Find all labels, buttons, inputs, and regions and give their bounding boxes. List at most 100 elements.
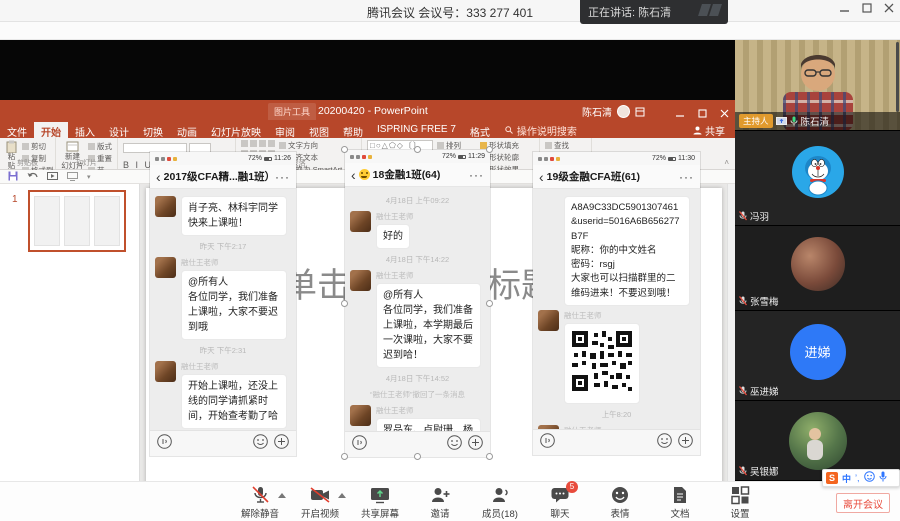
meeting-logo-icon [698, 3, 720, 21]
members-button[interactable]: 成员(18) [478, 485, 522, 520]
participant-video-4[interactable]: 进娣 巫进娣 [735, 311, 900, 401]
slide-number: 1 [12, 194, 18, 205]
selection-handle[interactable] [341, 146, 348, 153]
speaking-indicator: 正在讲话: 陈石清 [580, 0, 728, 24]
tab-view[interactable]: 视图 [302, 122, 336, 138]
chat-title: 18金融1班(64) [373, 167, 466, 182]
timestamp: 4月18日 上午09:22 [350, 195, 485, 206]
tab-ispring[interactable]: ISPRING FREE 7 [370, 122, 463, 138]
find-button[interactable]: 查找 [545, 140, 569, 151]
ime-emoji-icon[interactable] [864, 469, 875, 487]
invite-icon [430, 485, 450, 505]
leave-meeting-button[interactable]: 离开会议 [836, 493, 890, 513]
ime-punctuation-toggle[interactable]: ’, [855, 473, 860, 483]
avatar [350, 270, 371, 291]
mic-muted-icon [739, 466, 747, 476]
tab-transitions[interactable]: 切换 [136, 122, 170, 138]
chat-message: 融仕王老师 好的 [350, 211, 485, 249]
ime-toolbar[interactable]: S 中 ’, [822, 469, 900, 487]
reactions-button[interactable]: 表情 [598, 485, 642, 520]
message-bubble: 罗品东、卢尉珊、杨雨露、乞濠铷、黄梓龙、杨杰谦、肖鑫炎、李芷怡同学，快来上课啦！ [376, 418, 481, 431]
initials-avatar: 进娣 [790, 324, 846, 380]
list-buttons[interactable] [241, 140, 275, 147]
sidebar-scrollbar[interactable] [896, 42, 899, 112]
chat-button[interactable]: 5 聊天 [538, 485, 582, 520]
tab-design[interactable]: 设计 [102, 122, 136, 138]
more-icon: ··· [275, 170, 290, 184]
collapse-ribbon-icon[interactable]: ˄ [724, 158, 729, 167]
cut-button[interactable]: 剪切 [22, 141, 54, 152]
mic-muted-icon [739, 296, 747, 306]
tab-help[interactable]: 帮助 [336, 122, 370, 138]
timestamp: 上午8:20 [538, 409, 695, 420]
tab-format[interactable]: 格式 [463, 122, 497, 138]
ppt-vertical-scrollbar[interactable] [727, 184, 735, 521]
chat-messages: 4月18日 上午09:22 融仕王老师 好的 4月18日 下午14:22 融仕王… [345, 187, 490, 431]
chat-screenshot-1[interactable]: 72%11:26 ‹ 2017级CFA精...融1班）(42) ··· 肖子亮、… [150, 152, 296, 456]
host-badge: 主持人 [739, 114, 773, 128]
ribbon-options-icon[interactable] [635, 107, 645, 117]
tab-slideshow[interactable]: 幻灯片放映 [204, 122, 268, 138]
text-direction-button[interactable]: 文字方向 [279, 140, 342, 151]
layout-button[interactable]: 版式 [88, 141, 112, 152]
chat-header: ‹ 18金融1班(64) ··· [345, 163, 490, 187]
invite-button[interactable]: 邀请 [418, 485, 462, 520]
tab-review[interactable]: 审阅 [268, 122, 302, 138]
message-bubble: @所有人 各位同学，我们准备上课啦，本学期最后一次课啦，大家不要迟到哈！ [376, 283, 481, 368]
chat-input-bar [150, 430, 296, 456]
share-screen-button[interactable]: 共享屏幕 [358, 485, 402, 520]
selection-handle[interactable] [341, 453, 348, 460]
chat-input-bar [533, 429, 700, 455]
chat-screenshot-2[interactable]: 72%11:29 ‹ 18金融1班(64) ··· 4月18日 上午09:22 … [345, 150, 490, 457]
ime-mic-icon[interactable] [879, 469, 887, 487]
tab-home[interactable]: 开始 [34, 122, 68, 138]
camera-options-caret[interactable] [338, 493, 346, 498]
close-icon[interactable] [884, 3, 894, 13]
mic-options-caret[interactable] [278, 493, 286, 498]
chat-screenshot-3[interactable]: 72%11:30 ‹ 19级金融CFA班(61) ··· A8A9C33DC59… [533, 152, 700, 455]
documents-button[interactable]: 文档 [658, 485, 702, 520]
search-icon [505, 126, 513, 134]
start-video-button[interactable]: 开启视频 [298, 485, 342, 520]
ribbon-group-slides: 新建 幻灯片 版式 重置 节 幻灯片 [56, 138, 118, 169]
unmute-button[interactable]: 解除静音 [238, 485, 282, 520]
participant-video-2[interactable]: 冯羽 [735, 131, 900, 226]
selection-handle[interactable] [414, 146, 421, 153]
chat-message: 融仕王老师 @所有人 各位同学，我们准备上课啦，本学期最后一次课啦，大家不要迟到… [350, 270, 485, 368]
selection-handle[interactable] [341, 300, 348, 307]
participant-video-3[interactable]: 张雪梅 [735, 226, 900, 311]
settings-icon [730, 485, 750, 505]
selection-handle[interactable] [486, 300, 493, 307]
ppt-share-button[interactable]: 共享 [683, 122, 735, 138]
document-icon [670, 485, 690, 505]
ppt-minimize-icon[interactable] [676, 105, 685, 123]
camera-off-icon [309, 485, 331, 505]
avatar [350, 405, 371, 426]
tab-file[interactable]: 文件 [0, 122, 34, 138]
settings-button[interactable]: 设置 [718, 485, 762, 520]
ppt-maximize-icon[interactable] [698, 105, 707, 123]
selection-handle[interactable] [414, 453, 421, 460]
ppt-account[interactable]: 陈石清 [582, 104, 645, 119]
selection-handle[interactable] [486, 146, 493, 153]
meeting-toolbar: 解除静音 开启视频 共享屏幕 邀请 成员(18) 5 聊天 表情 [0, 481, 900, 521]
undo-icon[interactable] [27, 168, 38, 186]
maximize-icon[interactable] [862, 3, 872, 13]
slide-thumbnail[interactable] [28, 190, 126, 252]
sogou-logo-icon[interactable]: S [826, 472, 838, 484]
selection-handle[interactable] [486, 453, 493, 460]
tab-insert[interactable]: 插入 [68, 122, 102, 138]
start-slideshow-icon[interactable] [47, 168, 58, 186]
display-settings-icon[interactable] [67, 168, 78, 186]
tab-animations[interactable]: 动画 [170, 122, 204, 138]
tell-me-search[interactable]: 操作说明搜索 [497, 122, 585, 138]
participant-video-host[interactable]: 主持人 陈石清 [735, 40, 900, 131]
participant-name: 张雪梅 [750, 294, 779, 308]
minimize-icon[interactable] [840, 3, 850, 13]
ime-language-toggle[interactable]: 中 [842, 472, 851, 485]
ppt-close-icon[interactable] [720, 105, 729, 123]
qat-dropdown-icon[interactable]: ▾ [87, 173, 91, 181]
slide-thumbnail-panel[interactable]: 1 [0, 184, 140, 521]
doraemon-avatar [792, 146, 844, 198]
save-icon[interactable] [8, 168, 18, 186]
